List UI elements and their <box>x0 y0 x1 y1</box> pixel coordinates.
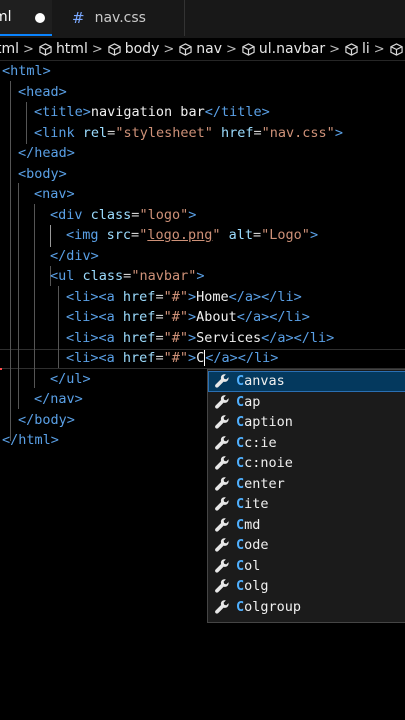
tab-label: ml <box>0 9 12 25</box>
wrench-icon <box>215 374 229 388</box>
suggestion-item[interactable]: Code <box>208 535 405 556</box>
breadcrumb: tml > html > body > nav > ul.navbar > li… <box>0 39 405 59</box>
suggestion-label: Col <box>236 557 261 574</box>
code-line[interactable]: <title>navigation bar</title> <box>34 102 270 123</box>
tab-bar: ml # nav.css <box>0 0 405 38</box>
wrench-icon <box>215 579 229 593</box>
wrench-icon <box>215 559 229 573</box>
wrench-icon <box>215 477 229 491</box>
suggestion-label: Code <box>236 537 269 554</box>
indent-guide <box>58 286 59 368</box>
chevron-right-icon: > <box>373 41 385 57</box>
tab-label: nav.css <box>94 10 146 26</box>
wrench-icon <box>215 436 229 450</box>
suggestion-label: Caption <box>236 414 293 431</box>
suggestion-label: Cc:ie <box>236 434 277 451</box>
code-line[interactable]: <ul class="navbar"> <box>50 266 204 287</box>
code-line[interactable]: </body> <box>18 410 75 431</box>
wrench-icon <box>215 456 229 470</box>
suggestion-item[interactable]: Cc:noie <box>208 453 405 474</box>
chevron-right-icon: > <box>329 41 340 57</box>
wrench-icon <box>215 415 229 429</box>
indent-guide <box>26 102 27 144</box>
suggestion-item[interactable]: Cmd <box>208 515 405 536</box>
editor-border <box>0 60 405 61</box>
breadcrumb-item-body[interactable]: body <box>108 41 159 57</box>
suggestion-label: Colg <box>236 578 269 595</box>
indent-guide <box>10 81 11 441</box>
code-line[interactable]: </html> <box>2 430 59 451</box>
suggestion-label: Cmd <box>236 516 261 533</box>
indent-guide <box>50 225 51 247</box>
code-line[interactable]: <li><a href="#">About</a></li> <box>66 307 310 328</box>
tab-html-file[interactable]: ml <box>0 0 52 36</box>
suggestion-item[interactable]: Center <box>208 474 405 495</box>
error-marker <box>0 368 2 370</box>
suggestion-item[interactable]: Colg <box>208 576 405 597</box>
cube-icon <box>108 42 121 56</box>
cube-icon <box>242 42 255 56</box>
breadcrumb-item-html[interactable]: html <box>39 41 88 57</box>
code-line[interactable]: <li><a href="#">Home</a></li> <box>66 287 302 308</box>
breadcrumb-item-nav[interactable]: nav <box>179 41 222 57</box>
code-line[interactable]: </div> <box>50 246 99 267</box>
suggestion-item[interactable]: Canvas <box>208 371 405 392</box>
code-line[interactable]: </head> <box>18 143 75 164</box>
wrench-icon <box>215 518 229 532</box>
cube-icon <box>345 42 358 56</box>
code-line[interactable]: <link rel="stylesheet" href="nav.css"> <box>34 123 343 144</box>
suggestion-item[interactable]: Caption <box>208 412 405 433</box>
chevron-right-icon: > <box>23 41 34 57</box>
autocomplete-suggest-widget: Canvas Cap Caption Cc:ie Cc:noie Center … <box>207 369 405 623</box>
code-line-active[interactable]: <li><a href="#">C</a></li> <box>66 348 278 369</box>
wrench-icon <box>215 395 229 409</box>
breadcrumb-item-li[interactable]: li <box>345 41 370 57</box>
suggestion-item[interactable]: Colgroup <box>208 597 405 618</box>
cube-icon <box>39 42 52 56</box>
suggestion-item[interactable]: Col <box>208 556 405 577</box>
chevron-right-icon: > <box>91 41 103 57</box>
unsaved-dot-icon[interactable] <box>35 13 45 23</box>
cube-icon <box>390 42 403 56</box>
wrench-icon <box>215 538 229 552</box>
hash-icon: # <box>72 9 85 27</box>
suggestion-item[interactable]: Cc:ie <box>208 433 405 454</box>
code-line[interactable]: <html> <box>2 61 51 82</box>
code-line[interactable]: <body> <box>18 164 67 185</box>
tab-nav-css[interactable]: # nav.css <box>55 0 185 36</box>
suggestion-label: Cc:noie <box>236 455 293 472</box>
indent-guide <box>18 183 19 409</box>
suggestion-item[interactable]: Cap <box>208 392 405 413</box>
suggestion-label: Colgroup <box>236 598 302 615</box>
code-line[interactable]: <nav> <box>34 184 75 205</box>
chevron-right-icon: > <box>226 41 237 57</box>
code-line[interactable]: <div class="logo"> <box>50 205 196 226</box>
wrench-icon <box>215 497 229 511</box>
code-line[interactable]: <img src="logo.png" alt="Logo"> <box>66 225 318 246</box>
chevron-right-icon: > <box>163 41 175 57</box>
wrench-icon <box>215 600 229 614</box>
code-line[interactable]: <li><a href="#">Services</a></li> <box>66 328 334 349</box>
code-line[interactable]: <head> <box>18 82 67 103</box>
code-line[interactable]: </ul> <box>50 369 91 390</box>
file-link[interactable]: logo.png <box>147 227 212 243</box>
suggestion-label: Canvas <box>236 373 285 390</box>
suggestion-label: Center <box>236 475 285 492</box>
suggestion-label: Cap <box>236 393 261 410</box>
code-line[interactable]: </nav> <box>34 389 83 410</box>
cube-icon <box>179 42 192 56</box>
suggestion-label: Cite <box>236 496 269 513</box>
suggestion-item[interactable]: Cite <box>208 494 405 515</box>
indent-guide <box>34 204 35 388</box>
breadcrumb-item-a[interactable]: a <box>390 41 405 57</box>
breadcrumb-item-file[interactable]: tml <box>0 41 19 57</box>
breadcrumb-item-ul[interactable]: ul.navbar <box>242 41 325 57</box>
